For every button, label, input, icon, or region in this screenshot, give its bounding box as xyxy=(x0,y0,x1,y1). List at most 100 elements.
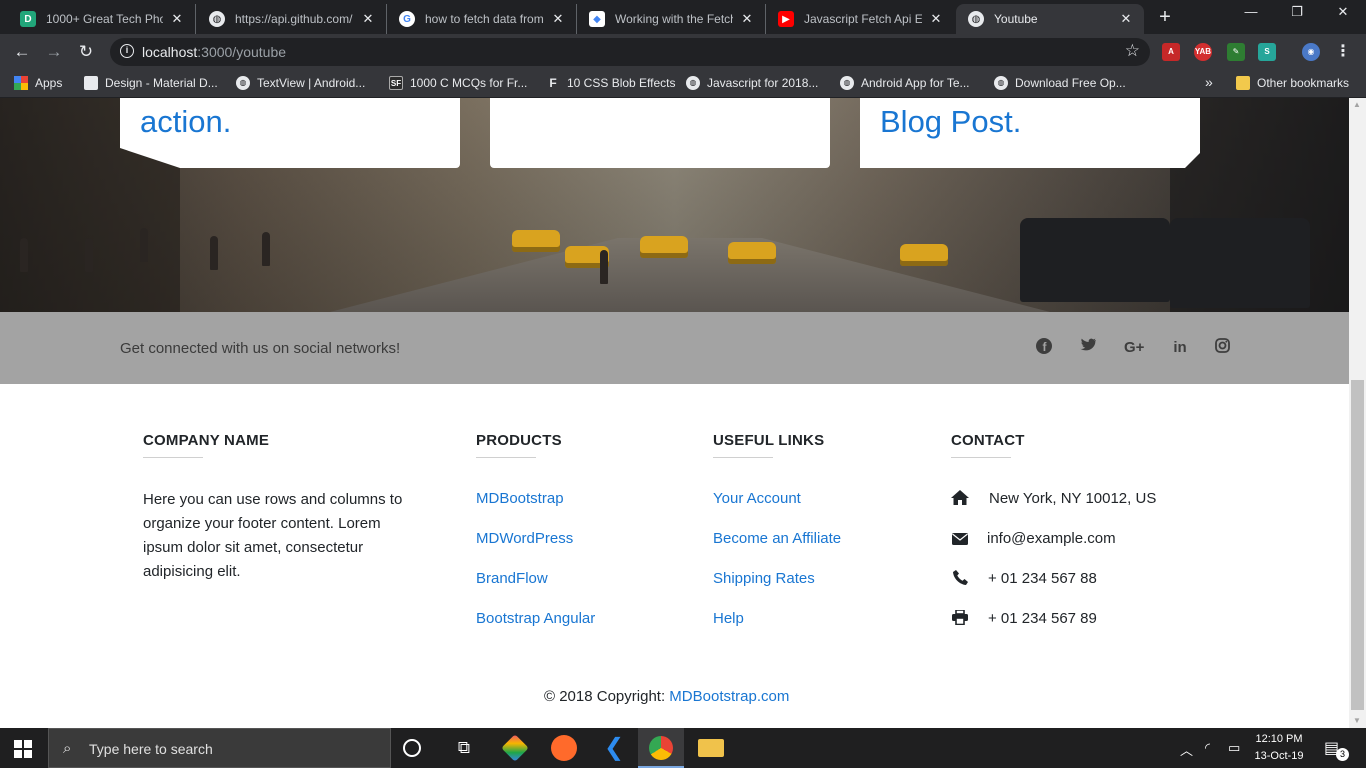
material-design-icon xyxy=(84,76,98,90)
home-icon xyxy=(951,490,969,506)
new-tab-plus-icon[interactable]: + xyxy=(1153,6,1177,29)
pen-extension-icon[interactable]: ✎ xyxy=(1227,43,1245,61)
chrome-icon[interactable] xyxy=(649,736,673,760)
heading-underline xyxy=(713,457,773,458)
tray-chevron-up-icon[interactable]: ︿ xyxy=(1180,740,1193,759)
footer-link-help[interactable]: Help xyxy=(713,610,744,627)
useful-links-heading: USEFUL LINKS xyxy=(713,432,825,449)
site-info-icon[interactable]: i xyxy=(120,44,134,58)
wifi-icon[interactable]: ◜ xyxy=(1205,740,1210,756)
tab-close-icon[interactable]: ✕ xyxy=(1118,11,1134,27)
cortana-icon[interactable] xyxy=(403,739,421,757)
card-heading: Blog Post. xyxy=(880,104,1022,139)
instagram-icon[interactable] xyxy=(1212,338,1232,358)
contact-fax: + 01 234 567 89 xyxy=(988,610,1097,627)
company-description: Here you can use rows and columns to org… xyxy=(143,491,403,580)
postman-icon[interactable] xyxy=(551,735,577,761)
folder-icon xyxy=(1236,76,1250,90)
pedestrian xyxy=(262,232,270,266)
copyright-line: © 2018 Copyright: MDBootstrap.com xyxy=(544,688,789,705)
footer-link-affiliate[interactable]: Become an Affiliate xyxy=(713,530,841,547)
scroll-down-arrow-icon[interactable]: ▼ xyxy=(1353,716,1361,725)
footer-link-mdbootstrap[interactable]: MDBootstrap xyxy=(476,490,564,507)
reload-icon[interactable]: ↻ xyxy=(74,40,98,64)
tab-close-icon[interactable]: ✕ xyxy=(739,11,755,27)
file-explorer-icon[interactable] xyxy=(698,739,724,757)
social-bar-text: Get connected with us on social networks… xyxy=(120,340,401,357)
scrollbar-thumb[interactable] xyxy=(1351,380,1364,710)
tab-close-icon[interactable]: ✕ xyxy=(360,11,376,27)
tab-title: Working with the Fetch xyxy=(615,12,733,26)
git-kraken-icon[interactable] xyxy=(501,734,529,762)
vscode-icon[interactable]: ❮ xyxy=(601,735,627,761)
pedestrian xyxy=(600,250,608,284)
footer-link-your-account[interactable]: Your Account xyxy=(713,490,801,507)
bookmark-item[interactable]: ◍ Javascript for 2018... xyxy=(686,76,818,90)
notification-count-badge: 3 xyxy=(1336,748,1349,761)
page-scrollbar[interactable]: ▲ ▼ xyxy=(1349,98,1366,728)
address-url[interactable]: localhost:3000/youtube xyxy=(142,44,286,60)
tab-title: Javascript Fetch Api Ex xyxy=(804,12,922,26)
heading-underline xyxy=(476,457,536,458)
scroll-up-arrow-icon[interactable]: ▲ xyxy=(1353,100,1361,109)
taskbar-search-box[interactable]: ⌕ Type here to search xyxy=(48,728,391,768)
twitter-icon[interactable] xyxy=(1078,338,1098,358)
minimize-icon[interactable]: — xyxy=(1228,4,1274,19)
heading-underline xyxy=(143,457,203,458)
globe-icon: ◍ xyxy=(209,11,225,27)
bookmark-apps[interactable]: Apps xyxy=(14,76,62,90)
other-bookmarks[interactable]: Other bookmarks xyxy=(1236,76,1349,90)
task-view-icon[interactable]: ⧉ xyxy=(451,735,477,761)
browser-tab[interactable]: ◆ Working with the Fetch ✕ xyxy=(577,4,766,34)
browser-tab-active[interactable]: ◍ Youtube ✕ xyxy=(956,4,1144,34)
footer-link-bootstrap-angular[interactable]: Bootstrap Angular xyxy=(476,610,595,627)
tab-close-icon[interactable]: ✕ xyxy=(550,11,566,27)
profile-avatar[interactable]: ◉ xyxy=(1302,43,1320,61)
f-icon: F xyxy=(549,76,557,90)
clock-date: 13-Oct-19 xyxy=(1254,750,1304,762)
pdf-extension-icon[interactable]: A xyxy=(1162,43,1180,61)
taxi xyxy=(640,236,688,258)
tab-title: https://api.github.com/ xyxy=(235,12,353,26)
bookmark-item[interactable]: F 10 CSS Blob Effects xyxy=(546,76,676,90)
phone-icon xyxy=(951,570,969,586)
address-bar[interactable]: i localhost:3000/youtube ☆ xyxy=(110,38,1150,66)
bookmarks-overflow[interactable]: » xyxy=(1205,74,1213,90)
contact-address: New York, NY 10012, US xyxy=(989,490,1157,507)
contact-phone: + 01 234 567 88 xyxy=(988,570,1097,587)
footer-link-mdwordpress[interactable]: MDWordPress xyxy=(476,530,573,547)
browser-tab[interactable]: ▶ Javascript Fetch Api Ex ✕ xyxy=(766,4,954,34)
bookmark-item[interactable]: SF 1000 C MCQs for Fr... xyxy=(389,76,527,90)
restore-icon[interactable]: ❐ xyxy=(1274,4,1320,20)
bookmark-item[interactable]: ◍ TextView | Android... xyxy=(236,76,365,90)
yab-extension-icon[interactable]: YAB xyxy=(1194,43,1212,61)
bookmark-label: Apps xyxy=(35,76,63,90)
facebook-icon[interactable]: f xyxy=(1034,338,1054,358)
footer-link-brandflow[interactable]: BrandFlow xyxy=(476,570,548,587)
copyright-link[interactable]: MDBootstrap.com xyxy=(669,688,789,705)
browser-tab[interactable]: D 1000+ Great Tech Phot ✕ xyxy=(8,4,196,34)
footer-link-shipping-rates[interactable]: Shipping Rates xyxy=(713,570,815,587)
tab-close-icon[interactable]: ✕ xyxy=(169,11,185,27)
bookmark-label: 10 CSS Blob Effects xyxy=(567,76,676,90)
taskbar-clock[interactable]: 12:10 PM 13-Oct-19 xyxy=(1251,731,1307,765)
chrome-menu-icon[interactable]: ⋮ xyxy=(1334,43,1352,61)
battery-icon[interactable]: ▭ xyxy=(1228,740,1240,756)
apps-grid-icon xyxy=(14,76,28,90)
promo-card: Blog Post. xyxy=(860,98,1200,168)
google-plus-icon[interactable]: G+ xyxy=(1124,338,1144,358)
back-arrow-icon[interactable]: ← xyxy=(10,40,34,64)
bookmark-item[interactable]: ◍ Android App for Te... xyxy=(840,76,970,90)
windows-start-icon[interactable] xyxy=(14,740,32,758)
tab-close-icon[interactable]: ✕ xyxy=(928,11,944,27)
s-extension-icon[interactable]: S xyxy=(1258,43,1276,61)
linkedin-icon[interactable]: in xyxy=(1170,338,1190,358)
bookmark-item[interactable]: Design - Material D... xyxy=(84,76,218,90)
window-close-icon[interactable]: ✕ xyxy=(1320,4,1366,20)
bookmark-item[interactable]: ◍ Download Free Op... xyxy=(994,76,1126,90)
browser-tab[interactable]: ◍ https://api.github.com/ ✕ xyxy=(197,4,387,34)
browser-tab[interactable]: G how to fetch data from ✕ xyxy=(387,4,577,34)
forward-arrow-icon[interactable]: → xyxy=(42,40,66,64)
copyright-text: © 2018 Copyright: xyxy=(544,688,670,705)
bookmark-star-icon[interactable]: ☆ xyxy=(1125,41,1140,61)
